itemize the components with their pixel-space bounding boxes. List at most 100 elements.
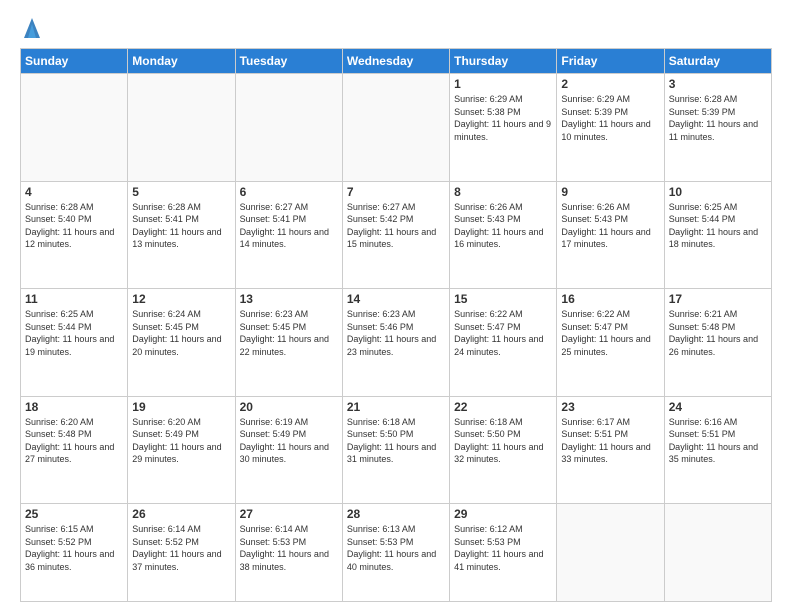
calendar-cell: 27 Sunrise: 6:14 AM Sunset: 5:53 PM Dayli… [235, 504, 342, 602]
day-info: Sunrise: 6:22 AM Sunset: 5:47 PM Dayligh… [561, 308, 659, 358]
day-info: Sunrise: 6:14 AM Sunset: 5:52 PM Dayligh… [132, 523, 230, 573]
day-info: Sunrise: 6:12 AM Sunset: 5:53 PM Dayligh… [454, 523, 552, 573]
day-info: Sunrise: 6:19 AM Sunset: 5:49 PM Dayligh… [240, 416, 338, 466]
calendar-week-5: 25 Sunrise: 6:15 AM Sunset: 5:52 PM Dayli… [21, 504, 772, 602]
calendar-cell: 8Sunrise: 6:26 AM Sunset: 5:43 PM Daylig… [450, 181, 557, 289]
day-info: Sunrise: 6:22 AM Sunset: 5:47 PM Dayligh… [454, 308, 552, 358]
day-number: 23 [561, 400, 659, 414]
day-number: 14 [347, 292, 445, 306]
day-number: 15 [454, 292, 552, 306]
day-number: 25 [25, 507, 123, 521]
day-info: Sunrise: 6:29 AM Sunset: 5:39 PM Dayligh… [561, 93, 659, 143]
day-info: Sunrise: 6:20 AM Sunset: 5:48 PM Dayligh… [25, 416, 123, 466]
day-number: 21 [347, 400, 445, 414]
calendar-header-tuesday: Tuesday [235, 49, 342, 74]
day-number: 18 [25, 400, 123, 414]
calendar-header-row: SundayMondayTuesdayWednesdayThursdayFrid… [21, 49, 772, 74]
calendar-cell: 16 Sunrise: 6:22 AM Sunset: 5:47 PM Dayli… [557, 289, 664, 397]
calendar-cell: 22 Sunrise: 6:18 AM Sunset: 5:50 PM Dayli… [450, 396, 557, 504]
calendar-cell: 12 Sunrise: 6:24 AM Sunset: 5:45 PM Dayli… [128, 289, 235, 397]
day-info: Sunrise: 6:29 AM Sunset: 5:38 PM Dayligh… [454, 93, 552, 143]
calendar-cell: 18 Sunrise: 6:20 AM Sunset: 5:48 PM Dayli… [21, 396, 128, 504]
day-number: 10 [669, 185, 767, 199]
calendar-cell: 23 Sunrise: 6:17 AM Sunset: 5:51 PM Dayli… [557, 396, 664, 504]
calendar-cell: 6 Sunrise: 6:27 AM Sunset: 5:41 PM Daylig… [235, 181, 342, 289]
day-info: Sunrise: 6:25 AM Sunset: 5:44 PM Dayligh… [669, 201, 767, 251]
calendar-cell: 20Sunrise: 6:19 AM Sunset: 5:49 PM Dayli… [235, 396, 342, 504]
calendar-cell: 5 Sunrise: 6:28 AM Sunset: 5:41 PM Daylig… [128, 181, 235, 289]
calendar-cell: 9 Sunrise: 6:26 AM Sunset: 5:43 PM Daylig… [557, 181, 664, 289]
calendar-cell: 25 Sunrise: 6:15 AM Sunset: 5:52 PM Dayli… [21, 504, 128, 602]
calendar-cell: 17Sunrise: 6:21 AM Sunset: 5:48 PM Dayli… [664, 289, 771, 397]
day-info: Sunrise: 6:25 AM Sunset: 5:44 PM Dayligh… [25, 308, 123, 358]
day-info: Sunrise: 6:18 AM Sunset: 5:50 PM Dayligh… [454, 416, 552, 466]
logo [20, 16, 42, 40]
day-info: Sunrise: 6:14 AM Sunset: 5:53 PM Dayligh… [240, 523, 338, 573]
day-number: 11 [25, 292, 123, 306]
day-info: Sunrise: 6:21 AM Sunset: 5:48 PM Dayligh… [669, 308, 767, 358]
page: SundayMondayTuesdayWednesdayThursdayFrid… [0, 0, 792, 612]
logo-icon [22, 16, 42, 40]
day-info: Sunrise: 6:27 AM Sunset: 5:42 PM Dayligh… [347, 201, 445, 251]
day-info: Sunrise: 6:28 AM Sunset: 5:41 PM Dayligh… [132, 201, 230, 251]
day-info: Sunrise: 6:23 AM Sunset: 5:46 PM Dayligh… [347, 308, 445, 358]
day-number: 3 [669, 77, 767, 91]
day-info: Sunrise: 6:28 AM Sunset: 5:39 PM Dayligh… [669, 93, 767, 143]
day-number: 26 [132, 507, 230, 521]
calendar-header-thursday: Thursday [450, 49, 557, 74]
day-info: Sunrise: 6:18 AM Sunset: 5:50 PM Dayligh… [347, 416, 445, 466]
calendar-cell: 21 Sunrise: 6:18 AM Sunset: 5:50 PM Dayli… [342, 396, 449, 504]
day-number: 2 [561, 77, 659, 91]
day-info: Sunrise: 6:16 AM Sunset: 5:51 PM Dayligh… [669, 416, 767, 466]
calendar-cell: 3 Sunrise: 6:28 AM Sunset: 5:39 PM Daylig… [664, 74, 771, 182]
calendar-cell: 26 Sunrise: 6:14 AM Sunset: 5:52 PM Dayli… [128, 504, 235, 602]
day-number: 8 [454, 185, 552, 199]
day-number: 16 [561, 292, 659, 306]
calendar-week-1: 1 Sunrise: 6:29 AM Sunset: 5:38 PM Daylig… [21, 74, 772, 182]
calendar-cell [557, 504, 664, 602]
day-info: Sunrise: 6:15 AM Sunset: 5:52 PM Dayligh… [25, 523, 123, 573]
day-number: 1 [454, 77, 552, 91]
day-number: 12 [132, 292, 230, 306]
day-number: 19 [132, 400, 230, 414]
header [20, 16, 772, 40]
day-info: Sunrise: 6:20 AM Sunset: 5:49 PM Dayligh… [132, 416, 230, 466]
calendar-cell: 4 Sunrise: 6:28 AM Sunset: 5:40 PM Daylig… [21, 181, 128, 289]
day-number: 29 [454, 507, 552, 521]
calendar-header-sunday: Sunday [21, 49, 128, 74]
calendar-cell: 28Sunrise: 6:13 AM Sunset: 5:53 PM Dayli… [342, 504, 449, 602]
calendar-cell [235, 74, 342, 182]
day-info: Sunrise: 6:28 AM Sunset: 5:40 PM Dayligh… [25, 201, 123, 251]
day-number: 6 [240, 185, 338, 199]
day-number: 4 [25, 185, 123, 199]
day-info: Sunrise: 6:26 AM Sunset: 5:43 PM Dayligh… [561, 201, 659, 251]
calendar-cell: 14 Sunrise: 6:23 AM Sunset: 5:46 PM Dayli… [342, 289, 449, 397]
calendar-cell: 10 Sunrise: 6:25 AM Sunset: 5:44 PM Dayli… [664, 181, 771, 289]
day-info: Sunrise: 6:17 AM Sunset: 5:51 PM Dayligh… [561, 416, 659, 466]
day-number: 5 [132, 185, 230, 199]
calendar-cell: 15 Sunrise: 6:22 AM Sunset: 5:47 PM Dayli… [450, 289, 557, 397]
calendar-cell: 29 Sunrise: 6:12 AM Sunset: 5:53 PM Dayli… [450, 504, 557, 602]
day-number: 9 [561, 185, 659, 199]
calendar-week-3: 11 Sunrise: 6:25 AM Sunset: 5:44 PM Dayli… [21, 289, 772, 397]
day-number: 24 [669, 400, 767, 414]
calendar-table: SundayMondayTuesdayWednesdayThursdayFrid… [20, 48, 772, 602]
day-number: 7 [347, 185, 445, 199]
calendar-week-4: 18 Sunrise: 6:20 AM Sunset: 5:48 PM Dayli… [21, 396, 772, 504]
calendar-header-saturday: Saturday [664, 49, 771, 74]
calendar-header-wednesday: Wednesday [342, 49, 449, 74]
calendar-cell: 24 Sunrise: 6:16 AM Sunset: 5:51 PM Dayli… [664, 396, 771, 504]
day-number: 28 [347, 507, 445, 521]
calendar-cell [128, 74, 235, 182]
calendar-week-2: 4 Sunrise: 6:28 AM Sunset: 5:40 PM Daylig… [21, 181, 772, 289]
day-number: 22 [454, 400, 552, 414]
calendar-cell: 1 Sunrise: 6:29 AM Sunset: 5:38 PM Daylig… [450, 74, 557, 182]
calendar-cell: 11 Sunrise: 6:25 AM Sunset: 5:44 PM Dayli… [21, 289, 128, 397]
calendar-cell [21, 74, 128, 182]
day-info: Sunrise: 6:24 AM Sunset: 5:45 PM Dayligh… [132, 308, 230, 358]
day-number: 27 [240, 507, 338, 521]
calendar-cell: 13Sunrise: 6:23 AM Sunset: 5:45 PM Dayli… [235, 289, 342, 397]
day-info: Sunrise: 6:27 AM Sunset: 5:41 PM Dayligh… [240, 201, 338, 251]
calendar-cell: 7 Sunrise: 6:27 AM Sunset: 5:42 PM Daylig… [342, 181, 449, 289]
day-number: 13 [240, 292, 338, 306]
